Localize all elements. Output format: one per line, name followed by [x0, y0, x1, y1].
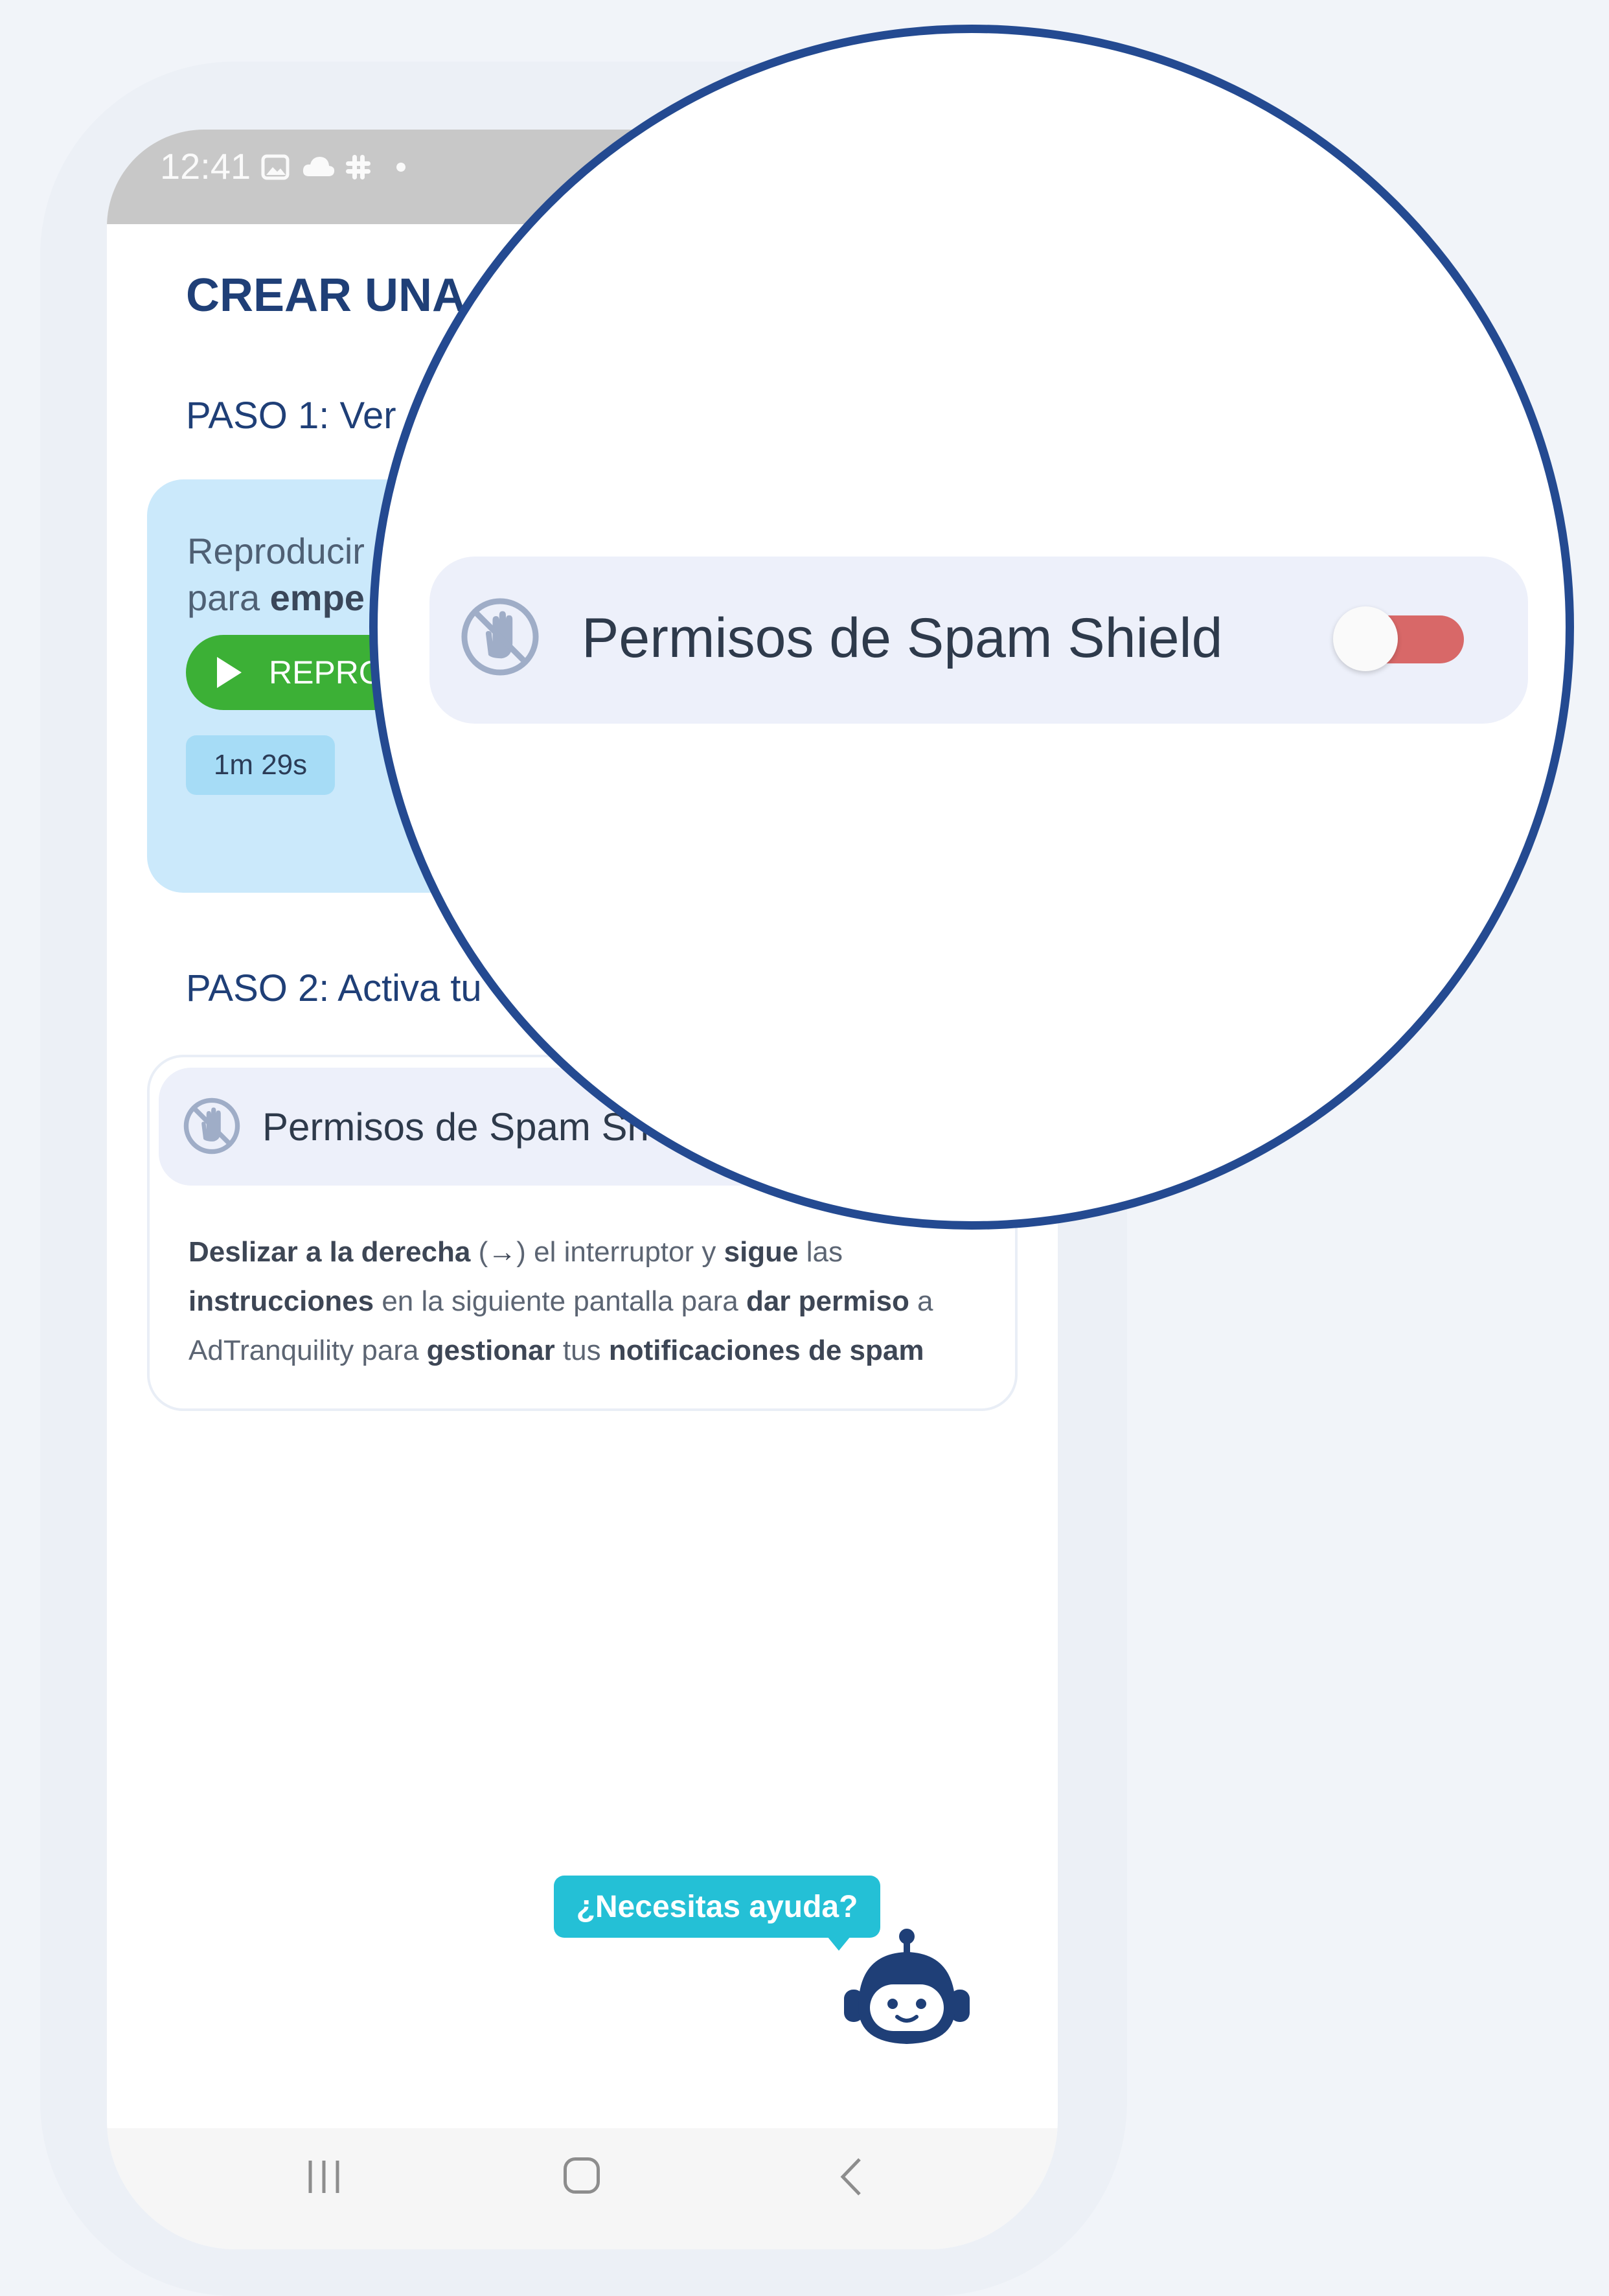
instr-part: sigue: [724, 1236, 799, 1268]
home-icon[interactable]: [564, 2157, 600, 2194]
instr-part: notificaciones de spam: [608, 1335, 924, 1366]
robot-assistant-icon[interactable]: [832, 1927, 981, 2060]
zoomed-permission-label: Permisos de Spam Shield: [582, 607, 1223, 669]
slack-icon: [346, 155, 371, 179]
instr-part: (: [470, 1236, 488, 1268]
instr-part: ) el interruptor y: [516, 1236, 724, 1268]
instr-part: tus: [554, 1335, 609, 1366]
toggle-knob: [1333, 606, 1398, 671]
dot-icon: [396, 163, 405, 172]
arrow-icon: →: [488, 1236, 517, 1268]
status-time: 12:41: [160, 146, 251, 187]
instr-part: las: [798, 1236, 843, 1268]
system-nav-bar: [107, 2128, 1058, 2249]
no-hand-icon: [461, 598, 539, 676]
image-icon: [261, 154, 290, 180]
magnifier-callout: Permisos de Spam Shield: [369, 25, 1574, 1230]
no-hand-icon: [183, 1097, 240, 1154]
duration-badge: 1m 29s: [186, 735, 335, 795]
video-text-line2-prefix: para: [187, 577, 270, 618]
instr-part: gestionar: [426, 1335, 555, 1366]
cloud-icon: [302, 157, 335, 176]
permission-row-label: Permisos de Spam Sh: [262, 1105, 649, 1149]
video-text-line2-bold: empe: [269, 577, 365, 618]
instr-part: Deslizar a la derecha: [188, 1236, 471, 1268]
recents-icon[interactable]: [301, 2154, 347, 2199]
page-title: CREAR UNA: [186, 270, 466, 321]
instr-part: instrucciones: [188, 1285, 374, 1317]
back-icon[interactable]: [832, 2154, 871, 2199]
instr-part: en la siguiente pantalla para: [374, 1285, 746, 1317]
permission-instructions: Deslizar a la derecha (→) el interruptor…: [188, 1228, 1005, 1375]
instr-part: dar permiso: [746, 1285, 909, 1317]
step2-title: PASO 2: Activa tu: [186, 967, 482, 1009]
spam-shield-toggle[interactable]: [1333, 606, 1464, 671]
play-icon: [217, 657, 242, 688]
video-text-line1: Reproducir: [187, 531, 365, 571]
step1-title: PASO 1: Ver: [186, 395, 396, 437]
help-bubble[interactable]: ¿Necesitas ayuda?: [554, 1876, 880, 1938]
play-button-label: REPRO: [269, 654, 384, 691]
